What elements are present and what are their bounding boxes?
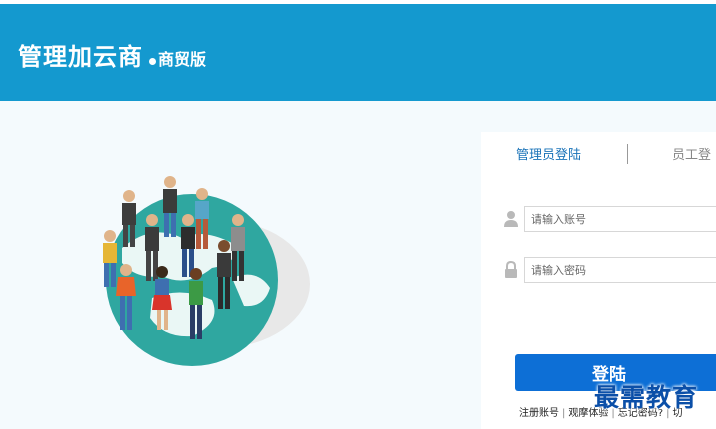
username-input[interactable] (524, 206, 716, 232)
watermark: 最需教育 (594, 383, 699, 412)
brand-name: 管理加云商 (18, 43, 143, 71)
register-link[interactable]: 注册账号 (519, 408, 559, 419)
hero-illustration (103, 176, 310, 366)
link-separator: | (562, 408, 566, 419)
username-row (503, 206, 716, 232)
login-tabs: 管理员登陆 员工登 (481, 132, 716, 176)
lock-icon (505, 261, 517, 278)
tab-staff-login[interactable]: 员工登 (672, 144, 711, 163)
tab-admin-login[interactable]: 管理员登陆 (516, 144, 581, 163)
brand-logo: 管理加云商 商贸版 (18, 37, 206, 72)
top-header: 管理加云商 商贸版 (0, 0, 716, 101)
brand-edition: 商贸版 (158, 50, 207, 69)
brand-dot (149, 58, 156, 65)
tab-divider (627, 144, 628, 164)
password-row (503, 257, 716, 283)
user-icon (504, 211, 518, 227)
password-input[interactable] (524, 257, 716, 283)
